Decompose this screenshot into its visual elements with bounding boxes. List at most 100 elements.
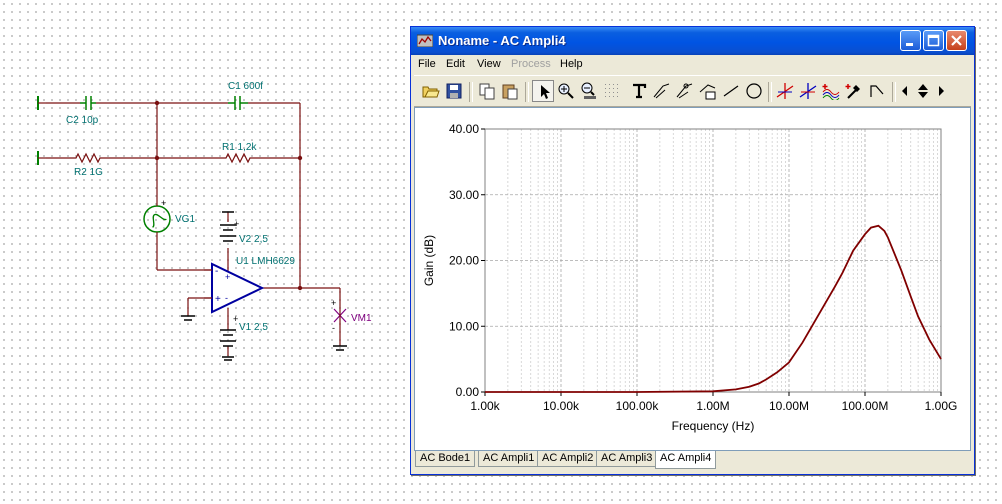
up-down-icon: [918, 84, 928, 98]
x-tick-label: 1.00G: [925, 399, 958, 413]
cursor-a-button[interactable]: [774, 80, 796, 102]
x-tick-label: 100.00k: [616, 399, 660, 413]
app-icon: [417, 34, 433, 47]
junction-dot: [154, 100, 160, 106]
v2-plus-sign: +: [234, 219, 239, 229]
menu-view[interactable]: View: [477, 58, 501, 70]
tab-ac-ampli3[interactable]: AC Ampli3: [596, 451, 658, 467]
zoom-in-icon: [558, 83, 574, 99]
capacitor-c1[interactable]: [228, 96, 248, 110]
pointer-button[interactable]: [532, 80, 554, 102]
maximize-button[interactable]: [923, 30, 944, 51]
formula-button[interactable]: [697, 80, 719, 102]
zoom-100-button[interactable]: [578, 80, 600, 102]
x-tick-label: 10.00k: [543, 399, 580, 413]
x-axis-label: Frequency (Hz): [672, 419, 755, 433]
open-icon: [422, 86, 440, 98]
y-tick-label: 20.00: [449, 254, 479, 268]
pick-button[interactable]: [843, 80, 865, 102]
ground-symbol: [181, 315, 195, 321]
x-tick-label: 1.00M: [696, 399, 729, 413]
menu-process: Process: [511, 58, 551, 70]
resistor-r2[interactable]: [72, 152, 104, 164]
cursor-b-button[interactable]: [797, 80, 819, 102]
vg1-plus-sign: +: [161, 198, 166, 208]
menu-edit[interactable]: Edit: [446, 58, 465, 70]
r2-label: R2 1G: [74, 167, 103, 178]
r1-label: R1 1,2k: [222, 142, 257, 153]
x-tick-label: 100.00M: [842, 399, 889, 413]
add-curve-icon: [822, 84, 840, 100]
close-icon: [951, 35, 962, 46]
capacitor-c2[interactable]: [80, 96, 96, 110]
toolbar: [414, 75, 971, 107]
angle-icon: [870, 85, 884, 97]
grid-button[interactable]: [601, 80, 623, 102]
paste-icon: [502, 84, 518, 100]
gain-chart[interactable]: 0.00 10.00 20.00 30.00 40.00 1.00k 10.00k 100.…: [415, 108, 970, 450]
pick-icon: [845, 84, 860, 99]
add-curve-button[interactable]: [820, 80, 842, 102]
minimize-icon: [906, 43, 913, 46]
copy-icon: [479, 83, 495, 100]
slope-button[interactable]: [651, 80, 673, 102]
c1-label: C1 600f: [228, 81, 263, 92]
zoom-in-button[interactable]: [555, 80, 577, 102]
point-button[interactable]: [674, 80, 696, 102]
menu-help[interactable]: Help: [560, 58, 583, 70]
text-button[interactable]: [628, 80, 650, 102]
y-axis-label: Gain (dB): [422, 235, 436, 286]
tab-ac-ampli2[interactable]: AC Ampli2: [537, 451, 599, 467]
menu-bar: File Edit View Process Help: [411, 55, 974, 73]
v1-label: V1 2,5: [239, 322, 268, 333]
vm1-label: VM1: [351, 313, 372, 324]
save-button[interactable]: [443, 80, 465, 102]
resistor-r1[interactable]: [222, 152, 254, 164]
copy-button[interactable]: [476, 80, 498, 102]
y-tick-label: 30.00: [449, 188, 479, 202]
title-bar[interactable]: Noname - AC Ampli4: [411, 27, 974, 55]
x-tick-label: 10.00M: [769, 399, 809, 413]
opamp-vminus-sign: -: [225, 293, 228, 303]
formula-icon: [699, 84, 716, 100]
save-icon: [446, 83, 462, 99]
point-icon: [676, 83, 693, 99]
slope-icon: [653, 83, 670, 99]
tab-ac-ampli1[interactable]: AC Ampli1: [478, 451, 540, 467]
y-tick-label: 10.00: [449, 319, 479, 333]
ground-symbol: [333, 345, 347, 351]
vg1-label: VG1: [175, 214, 195, 225]
minimize-button[interactable]: [900, 30, 921, 51]
ellipse-button[interactable]: [743, 80, 765, 102]
grid-icon: [605, 84, 618, 97]
menu-file[interactable]: File: [418, 58, 436, 70]
tab-ac-ampli4[interactable]: AC Ampli4: [655, 451, 717, 469]
y-tick-label: 0.00: [456, 385, 480, 399]
x-tick-label: 1.00k: [470, 399, 500, 413]
plot-area[interactable]: 0.00 10.00 20.00 30.00 40.00 1.00k 10.00k 100.…: [414, 107, 971, 451]
line-icon: [723, 85, 739, 97]
opamp-vplus-sign: +: [225, 272, 230, 282]
tab-ac-bode1[interactable]: AC Bode1: [415, 451, 476, 467]
opamp-minus-sign: -: [215, 266, 218, 277]
paste-button[interactable]: [499, 80, 521, 102]
angle-button[interactable]: [866, 80, 888, 102]
ellipse-icon: [746, 83, 762, 99]
line-button[interactable]: [720, 80, 742, 102]
opamp-u1[interactable]: - + + -: [204, 262, 265, 314]
zoom-100-icon: [581, 82, 596, 99]
text-icon: [633, 83, 647, 99]
junction-dot: [154, 155, 160, 161]
opamp-plus-sign: +: [215, 294, 221, 305]
junction-dot: [297, 285, 303, 291]
up-down-button[interactable]: [913, 80, 933, 102]
prev-icon: [902, 86, 907, 96]
next-icon: [939, 86, 944, 96]
prev-button[interactable]: [898, 80, 912, 102]
open-button[interactable]: [420, 80, 442, 102]
window-title: Noname - AC Ampli4: [438, 33, 566, 48]
close-button[interactable]: [946, 30, 967, 51]
v1-plus-sign: +: [233, 314, 238, 324]
schematic-canvas[interactable]: - + + - C2 10p R2 1G C1 600f R1 1,2k VG1…: [0, 0, 410, 504]
next-button[interactable]: [934, 80, 948, 102]
